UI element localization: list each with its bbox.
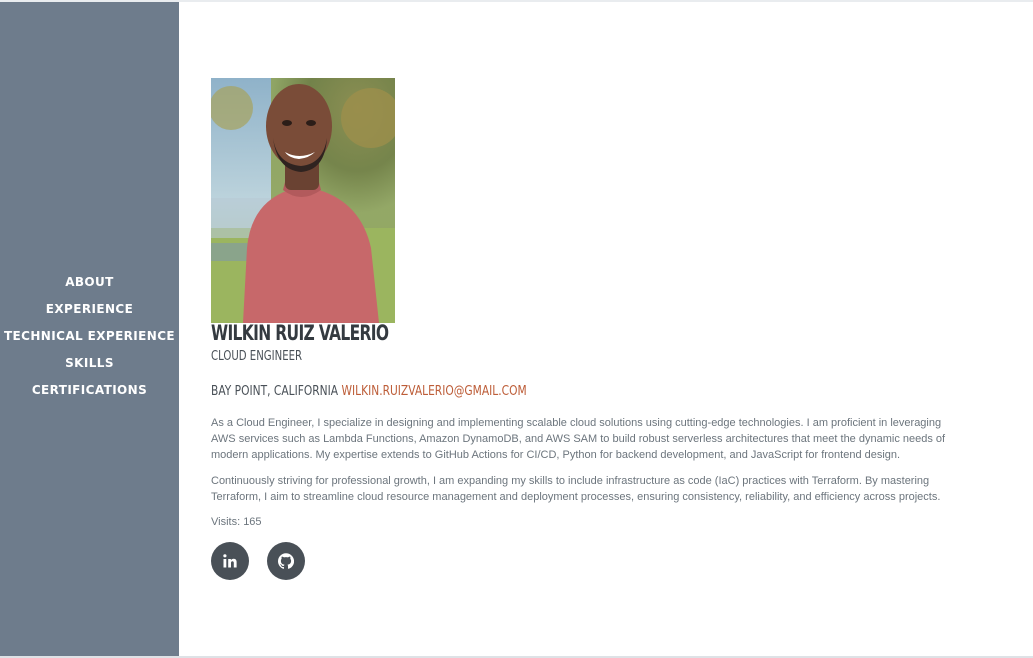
nav-link-about[interactable]: ABOUT xyxy=(65,275,114,289)
github-button[interactable] xyxy=(267,542,305,580)
nav-item-certifications: CERTIFICATIONS xyxy=(0,378,179,405)
contact-line: BAY POINT, CALIFORNIA WILKIN.RUIZVALERIO… xyxy=(211,384,527,399)
email-link[interactable]: WILKIN.RUIZVALERIO@GMAIL.COM xyxy=(341,384,526,399)
nav-item-experience: EXPERIENCE xyxy=(0,297,179,324)
visit-counter: Visits: 165 xyxy=(211,516,262,528)
nav-link-skills[interactable]: SKILLS xyxy=(65,356,114,370)
nav-item-technical-experience: TECHNICAL EXPERIENCE xyxy=(0,324,179,351)
profile-title: CLOUD ENGINEER xyxy=(211,349,303,364)
sidebar: ABOUT EXPERIENCE TECHNICAL EXPERIENCE SK… xyxy=(0,2,179,656)
profile-location: BAY POINT, CALIFORNIA xyxy=(211,384,339,399)
linkedin-icon xyxy=(223,554,237,568)
profile-photo xyxy=(211,78,395,323)
nav-link-experience[interactable]: EXPERIENCE xyxy=(46,302,133,316)
github-icon xyxy=(278,553,294,569)
bio-paragraph-2: Continuously striving for professional g… xyxy=(211,475,941,503)
nav-item-skills: SKILLS xyxy=(0,351,179,378)
nav-item-about: ABOUT xyxy=(0,270,179,297)
bio-paragraph-1: As a Cloud Engineer, I specialize in des… xyxy=(211,417,946,461)
profile-name: WILKIN RUIZ VALERIO xyxy=(211,321,389,345)
sidebar-nav: ABOUT EXPERIENCE TECHNICAL EXPERIENCE SK… xyxy=(0,270,179,405)
nav-link-technical-experience[interactable]: TECHNICAL EXPERIENCE xyxy=(4,329,175,343)
profile-photo-image xyxy=(211,78,395,323)
linkedin-button[interactable] xyxy=(211,542,249,580)
nav-link-certifications[interactable]: CERTIFICATIONS xyxy=(32,383,147,397)
